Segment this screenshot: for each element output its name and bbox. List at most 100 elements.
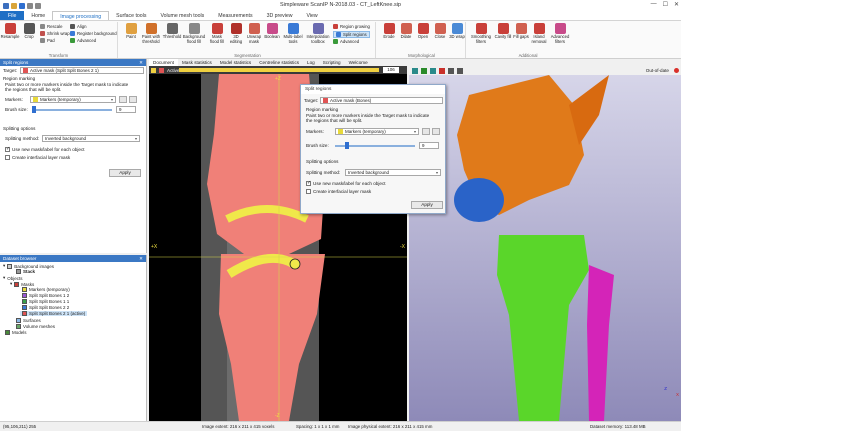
- axis-x-label: X: [675, 392, 679, 397]
- dataset-browser-close-button[interactable]: ✕: [139, 255, 143, 262]
- markers-dropdown[interactable]: Markers (temporary) ▾: [30, 96, 116, 103]
- tab-volume-mesh-tools[interactable]: Volume mesh tools: [153, 11, 211, 20]
- tab-document[interactable]: Document: [149, 59, 178, 66]
- shrink-wrap-button[interactable]: Shrink wrap: [40, 31, 70, 36]
- expand-icon: ▾: [3, 275, 6, 280]
- mask-flood-fill-button[interactable]: Mask flood fill: [208, 23, 226, 44]
- tree-node-models[interactable]: Models: [5, 330, 27, 335]
- splitting-method-dropdown[interactable]: Inverted background ▾: [42, 135, 140, 142]
- tab-surface-tools[interactable]: Surface tools: [109, 11, 153, 20]
- rescale-button[interactable]: Rescale: [40, 24, 63, 29]
- tab-view[interactable]: View: [300, 11, 325, 20]
- brush-slider-handle[interactable]: [32, 106, 36, 113]
- target-dropdown[interactable]: Active mask (Split Split Bones 2 1): [20, 67, 144, 74]
- tab-mask-statistics[interactable]: Mask statistics: [178, 59, 216, 66]
- erode-button[interactable]: Erode: [380, 23, 398, 40]
- tree-node-mask[interactable]: Split Split Bones 2 2: [22, 305, 69, 310]
- close-window-button[interactable]: ✕: [674, 1, 679, 8]
- split-panel-close-button[interactable]: ✕: [139, 59, 143, 66]
- tab-home[interactable]: Home: [24, 11, 52, 20]
- crop-button[interactable]: Crop: [20, 23, 38, 40]
- clear-icon[interactable]: [439, 67, 445, 74]
- tab-welcome[interactable]: Welcome: [345, 59, 372, 66]
- fill-gaps-button[interactable]: Fill gaps: [512, 23, 530, 40]
- dialog-marker-clear-button[interactable]: [432, 128, 440, 135]
- advanced-transform-button[interactable]: Advanced: [70, 38, 96, 43]
- boolean-button[interactable]: Boolean: [263, 23, 281, 40]
- tree-node-mask[interactable]: Markers (temporary): [22, 287, 70, 292]
- dialog-markers-dropdown[interactable]: Markers (temporary) ▾: [335, 128, 419, 135]
- maximize-button[interactable]: ☐: [663, 1, 668, 8]
- dialog-splitting-method-dropdown[interactable]: Inverted background ▾: [345, 169, 441, 176]
- tree-node-volume-meshes[interactable]: Volume meshes: [16, 324, 55, 329]
- 3d-wrap-button[interactable]: 3D wrap: [448, 23, 466, 40]
- dilate-icon: [400, 23, 412, 34]
- mask-swatch: [22, 311, 27, 316]
- dialog-create-interfacial-checkbox[interactable]: Create interfacial layer mask: [306, 189, 371, 194]
- brush-size-slider[interactable]: [32, 109, 112, 111]
- split-regions-button[interactable]: Split regions: [333, 31, 370, 38]
- tab-file[interactable]: File: [0, 11, 25, 20]
- pad-button[interactable]: Pad: [40, 38, 55, 43]
- brush-size-label: Brush size:: [5, 107, 28, 112]
- tab-log[interactable]: Log: [303, 59, 319, 66]
- screenshot-icon[interactable]: [457, 67, 463, 74]
- dialog-brush-slider-handle[interactable]: [345, 142, 349, 149]
- minimize-button[interactable]: —: [651, 1, 657, 8]
- align-icon: [70, 24, 75, 29]
- dialog-apply-button[interactable]: Apply: [411, 201, 443, 209]
- tab-scripting[interactable]: Scripting: [319, 59, 345, 66]
- open-button[interactable]: Open: [414, 23, 432, 40]
- tab-3d-preview[interactable]: 3D preview: [260, 11, 300, 20]
- tab-centreline-statistics[interactable]: Centreline statistics: [255, 59, 303, 66]
- create-interfacial-checkbox[interactable]: Create interfacial layer mask: [5, 155, 70, 160]
- camera-icon[interactable]: [448, 67, 454, 74]
- advanced-filters-button[interactable]: Advanced filters: [549, 23, 571, 44]
- dialog-target-dropdown[interactable]: Active mask (Bones): [320, 97, 443, 104]
- dilate-button[interactable]: Dilate: [397, 23, 415, 40]
- dialog-brush-size-input[interactable]: 9: [419, 142, 439, 149]
- tab-image-processing[interactable]: Image processing: [52, 11, 110, 20]
- dialog-marker-edit-button[interactable]: [422, 128, 430, 135]
- 3d-editing-button[interactable]: 3D editing: [227, 23, 245, 44]
- background-flood-fill-button[interactable]: Background flood fill: [183, 23, 205, 44]
- use-new-mask-checkbox[interactable]: Use new mask/label for each object: [5, 146, 85, 152]
- align-button[interactable]: Align: [70, 24, 87, 29]
- cavity-fill-button[interactable]: Cavity fill: [494, 23, 512, 40]
- view-mode-icon[interactable]: [151, 67, 156, 73]
- mask-swatch: [22, 293, 27, 298]
- unwrap-mask-button[interactable]: Unwrap mask: [245, 23, 263, 44]
- refresh-icon[interactable]: [421, 67, 427, 74]
- tab-model-statistics[interactable]: Model statistics: [216, 59, 255, 66]
- register-background-button[interactable]: Register background: [70, 31, 117, 36]
- slice-slider[interactable]: [179, 68, 379, 72]
- group-segmentation: Paint Paint with threshold Threshold Bac…: [120, 22, 376, 58]
- advanced-segmentation-button[interactable]: Advanced: [333, 39, 359, 44]
- tree-node-mask-active[interactable]: Split Split Bones 2 1 (active): [20, 311, 88, 316]
- interpolation-toolbox-button[interactable]: Interpolation toolbox: [305, 23, 331, 44]
- apply-button[interactable]: Apply: [109, 169, 141, 177]
- dialog-use-new-mask-checkbox[interactable]: Use new mask/label for each object: [306, 180, 386, 186]
- tree-node-mask[interactable]: Split Split Bones 1 1: [22, 299, 69, 304]
- marker-clear-button[interactable]: [129, 96, 137, 103]
- slice-number-input[interactable]: 106: [383, 67, 399, 73]
- fit-view-icon[interactable]: [412, 67, 418, 74]
- brush-size-input[interactable]: 9: [116, 106, 136, 113]
- threshold-button[interactable]: Threshold: [163, 23, 181, 40]
- tree-node-stack[interactable]: Stack: [16, 269, 35, 274]
- tab-measurements[interactable]: Measurements: [211, 11, 259, 20]
- 3d-view[interactable]: Out-of-date Z X: [409, 66, 681, 421]
- marker-edit-button[interactable]: [119, 96, 127, 103]
- close-button[interactable]: Close: [431, 23, 449, 40]
- tree-node-mask[interactable]: Split Split Bones 1 2: [22, 293, 69, 298]
- paint-button[interactable]: Paint: [122, 23, 140, 40]
- zoom-icon[interactable]: [430, 67, 436, 74]
- resample-button[interactable]: Resample: [1, 23, 19, 40]
- island-removal-button[interactable]: Island removal: [530, 23, 548, 44]
- region-growing-button[interactable]: Region growing: [333, 24, 370, 29]
- multi-label-tools-button[interactable]: Multi-label tools: [282, 23, 304, 44]
- tree-node-surfaces[interactable]: Surfaces: [16, 318, 41, 323]
- smoothing-filters-button[interactable]: Smoothing filters: [470, 23, 492, 44]
- tibia-model: [497, 235, 589, 421]
- paint-threshold-button[interactable]: Paint with threshold: [140, 23, 162, 44]
